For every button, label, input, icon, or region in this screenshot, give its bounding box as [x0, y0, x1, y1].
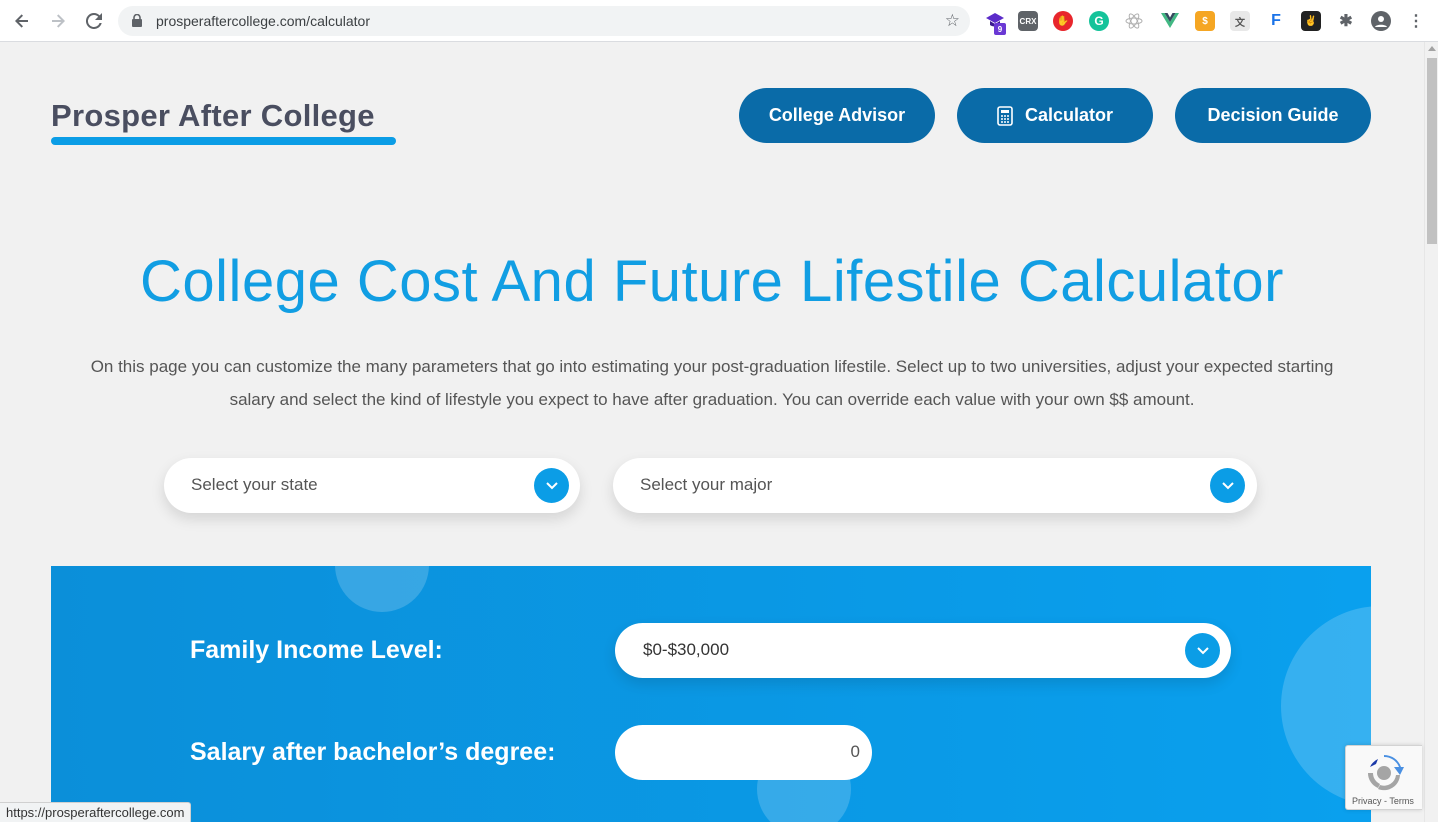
lock-icon [132, 14, 142, 27]
scrollbar-thumb[interactable] [1427, 58, 1437, 244]
nav-college-advisor-button[interactable]: College Advisor [739, 88, 935, 143]
extension-badge: 9 [994, 23, 1006, 35]
nav-calculator-button[interactable]: Calculator [957, 88, 1153, 143]
calculator-icon [997, 105, 1013, 126]
chevron-down-icon[interactable] [1210, 468, 1245, 503]
state-select[interactable]: Select your state [164, 458, 580, 513]
brand-underline [51, 137, 396, 145]
salary-value: 0 [850, 742, 860, 761]
salary-input[interactable]: 0 [615, 725, 872, 780]
decorative-bubble [335, 566, 429, 612]
react-devtools-icon[interactable] [1124, 11, 1144, 31]
major-select[interactable]: Select your major [613, 458, 1257, 513]
salary-label: Salary after bachelor’s degree: [190, 738, 556, 766]
recaptcha-badge[interactable]: Privacy - Terms [1345, 745, 1422, 810]
crx-extension-icon[interactable]: CRX [1018, 11, 1038, 31]
reload-icon[interactable] [82, 9, 106, 33]
stop-extension-icon[interactable]: ✋ [1053, 11, 1073, 31]
victory-extension-icon[interactable]: ✌ [1301, 11, 1321, 31]
intro-paragraph: On this page you can customize the many … [90, 357, 1334, 409]
nav-decision-guide-button[interactable]: Decision Guide [1175, 88, 1371, 143]
page-viewport: Prosper After College College Advisor Ca… [0, 42, 1424, 822]
address-bar[interactable]: prosperaftercollege.com/calculator ☆ [118, 6, 970, 36]
back-icon[interactable] [10, 9, 34, 33]
browser-toolbar: prosperaftercollege.com/calculator ☆ 9 C… [0, 0, 1438, 42]
state-select-placeholder: Select your state [191, 475, 318, 494]
page-title: College Cost And Future Lifestile Calcul… [140, 249, 1284, 314]
url-text: prosperaftercollege.com/calculator [156, 13, 370, 29]
brand-logo[interactable]: Prosper After College [51, 98, 375, 134]
vue-devtools-icon[interactable] [1160, 11, 1180, 31]
nav-decision-guide-label: Decision Guide [1207, 105, 1339, 125]
nav-calculator-label: Calculator [1024, 105, 1114, 125]
bookmark-star-icon[interactable]: ☆ [945, 11, 960, 31]
chevron-down-icon[interactable] [1185, 633, 1220, 668]
page-scrollbar[interactable] [1424, 42, 1438, 822]
puzzle-extensions-icon[interactable]: ✱ [1336, 11, 1356, 31]
scroll-up-icon[interactable] [1428, 46, 1436, 51]
grammarly-icon[interactable]: G [1089, 11, 1109, 31]
chevron-down-icon[interactable] [534, 468, 569, 503]
family-income-select[interactable]: $0-$30,000 [615, 623, 1231, 678]
nav-college-advisor-label: College Advisor [768, 105, 906, 125]
status-bar-url: https://prosperaftercollege.com [0, 802, 192, 822]
family-income-label: Family Income Level: [190, 636, 443, 664]
calculator-panel: Family Income Level: $0-$30,000 Salary a… [51, 566, 1371, 822]
forward-icon[interactable] [46, 9, 70, 33]
family-income-value: $0-$30,000 [643, 640, 730, 659]
major-select-placeholder: Select your major [640, 475, 773, 494]
f-extension-icon[interactable]: F [1266, 11, 1286, 31]
honey-extension-icon[interactable]: $ [1195, 11, 1215, 31]
recaptcha-icon [1367, 755, 1404, 791]
profile-avatar-icon[interactable] [1371, 11, 1391, 31]
recaptcha-legal-text[interactable]: Privacy - Terms [1352, 796, 1414, 806]
menu-kebab-icon[interactable]: ⋮ [1406, 11, 1426, 31]
translate-extension-icon[interactable]: 文 [1230, 11, 1250, 31]
